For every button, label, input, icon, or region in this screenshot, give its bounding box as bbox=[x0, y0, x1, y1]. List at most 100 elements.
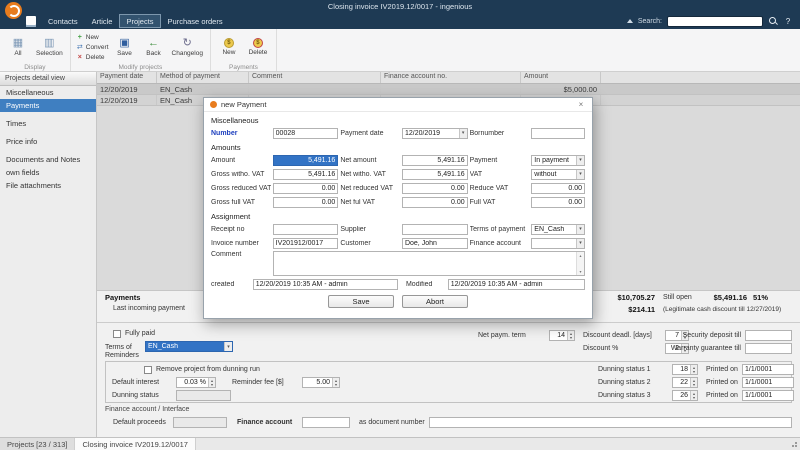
help-icon[interactable]: ? bbox=[783, 17, 793, 26]
reminder-fee-spinner[interactable]: 5.00 ▴▾ bbox=[302, 377, 340, 388]
amount-field[interactable]: 5,491.16 bbox=[273, 155, 339, 166]
spinner-arrows-icon[interactable]: ▴▾ bbox=[208, 378, 215, 387]
default-proceeds-field[interactable] bbox=[173, 417, 227, 428]
number-field[interactable]: 00028 bbox=[273, 128, 339, 139]
dropdown-arrow-icon[interactable]: ▾ bbox=[576, 239, 584, 248]
search-icon[interactable] bbox=[768, 16, 778, 26]
default-interest-spinner[interactable]: 0.03 % ▴▾ bbox=[176, 377, 216, 388]
dunning-status-1-spinner[interactable]: 18 ▴▾ bbox=[672, 364, 698, 375]
warranty-field[interactable] bbox=[745, 343, 792, 354]
dropdown-arrow-icon[interactable]: ▾ bbox=[576, 225, 584, 234]
dialog-abort-button[interactable]: Abort bbox=[402, 295, 468, 308]
customer-field[interactable]: Doe, John bbox=[402, 238, 468, 249]
tab-purchase-orders[interactable]: Purchase orders bbox=[161, 14, 230, 28]
net-reduced-vat-field[interactable]: 0.00 bbox=[402, 183, 468, 194]
statusbar-tab-closing-invoice[interactable]: Closing invoice IV2019.12/0017 bbox=[75, 438, 196, 450]
spinner-arrows-icon[interactable]: ▴▾ bbox=[690, 391, 697, 400]
column-amount[interactable]: Amount bbox=[521, 72, 601, 83]
cell-account bbox=[381, 84, 521, 94]
receipt-no-field[interactable] bbox=[273, 224, 339, 235]
net-paym-spinner[interactable]: 14 ▴▾ bbox=[549, 330, 575, 341]
remove-dunning-checkbox[interactable] bbox=[144, 366, 152, 374]
sidebar-item-file-attachments[interactable]: File attachments bbox=[0, 179, 96, 192]
convert-button[interactable]: ⇄ Convert bbox=[76, 43, 109, 52]
payment-mode-combo[interactable]: In payment ▾ bbox=[531, 155, 585, 166]
column-method[interactable]: Method of payment bbox=[157, 72, 249, 83]
bornumber-field[interactable] bbox=[531, 128, 585, 139]
sidebar-item-payments[interactable]: Payments bbox=[0, 99, 96, 112]
save-button[interactable]: ▣ Save bbox=[112, 31, 138, 62]
app-menu-icon[interactable] bbox=[26, 16, 36, 27]
dunning-status-field[interactable] bbox=[176, 390, 231, 401]
spinner-arrows-icon[interactable]: ▴▾ bbox=[567, 331, 574, 340]
new-project-button[interactable]: + New bbox=[76, 33, 109, 42]
scroll-down-icon[interactable]: ▾ bbox=[579, 269, 581, 274]
finance-account-field[interactable] bbox=[302, 417, 350, 428]
dialog-titlebar[interactable]: new Payment × bbox=[204, 98, 592, 112]
resize-grip-icon[interactable] bbox=[790, 440, 797, 447]
gross-reduced-vat-field[interactable]: 0.00 bbox=[273, 183, 339, 194]
sidebar-header[interactable]: Projects detail view bbox=[0, 72, 96, 86]
scroll-up-icon[interactable]: ▴ bbox=[579, 253, 581, 258]
sidebar-item-miscellaneous[interactable]: Miscellaneous bbox=[0, 86, 96, 99]
invoice-number-field[interactable]: IV201912/0017 bbox=[273, 238, 339, 249]
terms-of-payment-combo[interactable]: EN_Cash ▾ bbox=[531, 224, 585, 235]
dialog-save-button[interactable]: Save bbox=[328, 295, 394, 308]
security-deposit-field[interactable] bbox=[745, 330, 792, 341]
printed-on-2-field[interactable]: 1/1/0001 bbox=[742, 377, 794, 388]
grid-row[interactable]: 12/20/2019 EN_Cash $5,000.00 bbox=[97, 84, 800, 95]
statusbar-tab-projects[interactable]: Projects [23 / 313] bbox=[0, 438, 75, 450]
finance-account-combo[interactable]: ▾ bbox=[531, 238, 585, 249]
search-input[interactable] bbox=[667, 16, 763, 27]
sidebar-item-documents-notes[interactable]: Documents and Notes bbox=[0, 153, 96, 166]
selection-button[interactable]: ▥ Selection bbox=[34, 31, 65, 62]
dunning-status-2-spinner[interactable]: 22 ▴▾ bbox=[672, 377, 698, 388]
printed-on-3-field[interactable]: 1/1/0001 bbox=[742, 390, 794, 401]
sidebar-item-own-fields[interactable]: own fields bbox=[0, 166, 96, 179]
gross-full-vat-field[interactable]: 0.00 bbox=[273, 197, 339, 208]
spinner-arrows-icon[interactable]: ▴▾ bbox=[332, 378, 339, 387]
fully-paid-checkbox[interactable] bbox=[113, 330, 121, 338]
dunning-status-3-spinner[interactable]: 26 ▴▾ bbox=[672, 390, 698, 401]
net-witho-vat-field[interactable]: 5,491.16 bbox=[402, 169, 468, 180]
terms-of-combo[interactable]: EN_Cash ▾ bbox=[145, 341, 233, 352]
net-amount-field[interactable]: 5,491.16 bbox=[402, 155, 468, 166]
reduce-vat-field[interactable]: 0.00 bbox=[531, 183, 585, 194]
discount-pct-label: Discount % bbox=[583, 345, 618, 352]
tab-contacts[interactable]: Contacts bbox=[41, 14, 85, 28]
dropdown-arrow-icon[interactable]: ▾ bbox=[576, 156, 584, 165]
dialog-row: Gross full VAT 0.00 Net ful VAT 0.00 Ful… bbox=[211, 195, 585, 209]
full-vat-field[interactable]: 0.00 bbox=[531, 197, 585, 208]
still-open-percent: 51% bbox=[753, 293, 768, 302]
gross-witho-vat-field[interactable]: 5,491.16 bbox=[273, 169, 339, 180]
dropdown-arrow-icon[interactable]: ▾ bbox=[224, 342, 232, 351]
printed-on-1-field[interactable]: 1/1/0001 bbox=[742, 364, 794, 375]
collapse-ribbon-icon[interactable] bbox=[627, 19, 633, 23]
back-button[interactable]: ← Back bbox=[141, 31, 167, 62]
column-payment-date[interactable]: Payment date bbox=[97, 72, 157, 83]
delete-payment-button[interactable]: $ Delete bbox=[245, 31, 271, 62]
sidebar-item-price-info[interactable]: Price info bbox=[0, 135, 96, 148]
as-document-field[interactable] bbox=[429, 417, 792, 428]
spinner-arrows-icon[interactable]: ▴▾ bbox=[690, 378, 697, 387]
all-button[interactable]: ▦ All bbox=[5, 31, 31, 62]
tab-article[interactable]: Article bbox=[85, 14, 120, 28]
column-finance-account[interactable]: Finance account no. bbox=[381, 72, 521, 83]
delete-project-button[interactable]: × Delete bbox=[76, 53, 109, 62]
column-comment[interactable]: Comment bbox=[249, 72, 381, 83]
com​ment-field[interactable]: ▴▾ bbox=[273, 251, 585, 276]
supplier-field[interactable] bbox=[402, 224, 468, 235]
dropdown-arrow-icon[interactable]: ▾ bbox=[459, 129, 467, 138]
close-icon[interactable]: × bbox=[576, 100, 586, 109]
dropdown-arrow-icon[interactable]: ▾ bbox=[576, 170, 584, 179]
new-payment-button[interactable]: $ New bbox=[216, 31, 242, 62]
payment-date-combo[interactable]: 12/20/2019 ▾ bbox=[402, 128, 468, 139]
sidebar-item-times[interactable]: Times bbox=[0, 117, 96, 130]
scrollbar[interactable]: ▴▾ bbox=[576, 252, 584, 275]
tab-projects[interactable]: Projects bbox=[119, 14, 160, 28]
net-witho-vat-label: Net witho. VAT bbox=[340, 171, 400, 178]
vat-combo[interactable]: without ▾ bbox=[531, 169, 585, 180]
changelog-button[interactable]: ↻ Changelog bbox=[170, 31, 205, 62]
net-full-vat-field[interactable]: 0.00 bbox=[402, 197, 468, 208]
spinner-arrows-icon[interactable]: ▴▾ bbox=[690, 365, 697, 374]
